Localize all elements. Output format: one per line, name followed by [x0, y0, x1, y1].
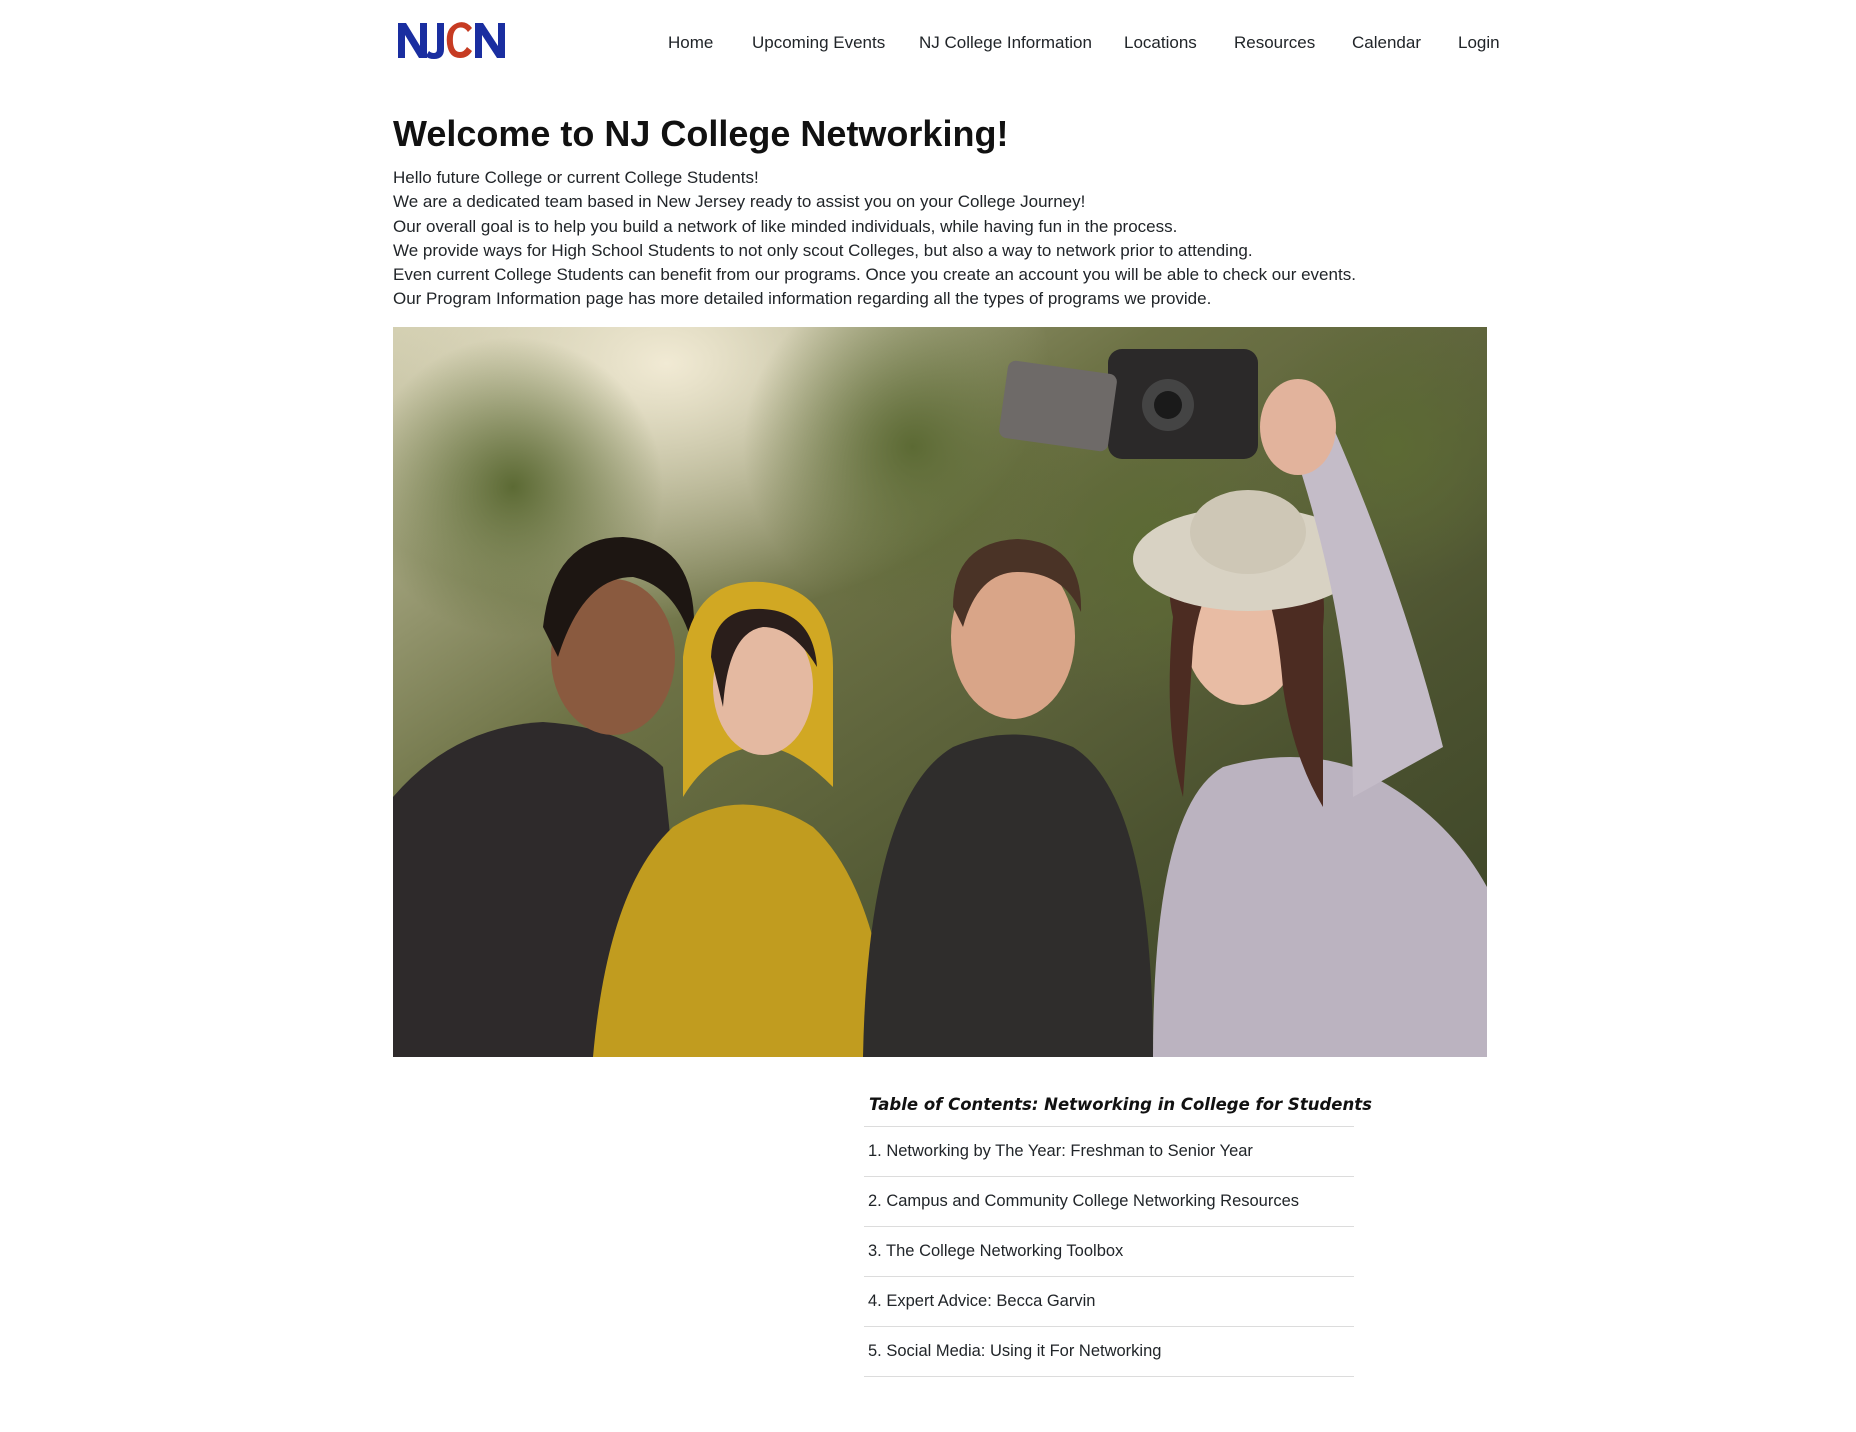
students-selfie-photo	[393, 327, 1487, 1057]
nav-upcoming-events[interactable]: Upcoming Events	[752, 31, 885, 55]
page-title: Welcome to NJ College Networking!	[393, 113, 1009, 154]
intro-line: We provide ways for High School Students…	[393, 240, 1253, 260]
toc-item-networking-by-year[interactable]: 1. Networking by The Year: Freshman to S…	[864, 1127, 1354, 1177]
toc-item-social-media[interactable]: 5. Social Media: Using it For Networking	[864, 1327, 1354, 1377]
toc-item-campus-resources[interactable]: 2. Campus and Community College Networki…	[864, 1177, 1354, 1227]
nav-resources[interactable]: Resources	[1234, 31, 1315, 55]
hero-image	[393, 327, 1487, 1057]
toc-item-expert-advice[interactable]: 4. Expert Advice: Becca Garvin	[864, 1277, 1354, 1327]
intro-line: We are a dedicated team based in New Jer…	[393, 192, 1086, 212]
nav-login[interactable]: Login	[1458, 31, 1500, 55]
intro-line: Even current College Students can benefi…	[393, 265, 1356, 285]
site-header: Home Upcoming Events NJ College Informat…	[0, 0, 1856, 90]
nav-home[interactable]: Home	[668, 31, 713, 55]
toc-item-networking-toolbox[interactable]: 3. The College Networking Toolbox	[864, 1227, 1354, 1277]
intro-line: Our Program Information page has more de…	[393, 289, 1212, 309]
nav-calendar[interactable]: Calendar	[1352, 31, 1421, 55]
main-nav: Home Upcoming Events NJ College Informat…	[0, 31, 1856, 61]
toc-title: Table of Contents: Networking in College…	[864, 1088, 1372, 1127]
intro-text: Hello future College or current College …	[393, 166, 1393, 312]
intro-line: Hello future College or current College …	[393, 168, 759, 187]
nav-nj-college-information[interactable]: NJ College Information	[919, 31, 1092, 55]
intro-line: Our overall goal is to help you build a …	[393, 216, 1178, 236]
nav-locations[interactable]: Locations	[1124, 31, 1197, 55]
table-of-contents: Table of Contents: Networking in College…	[864, 1088, 1372, 1377]
